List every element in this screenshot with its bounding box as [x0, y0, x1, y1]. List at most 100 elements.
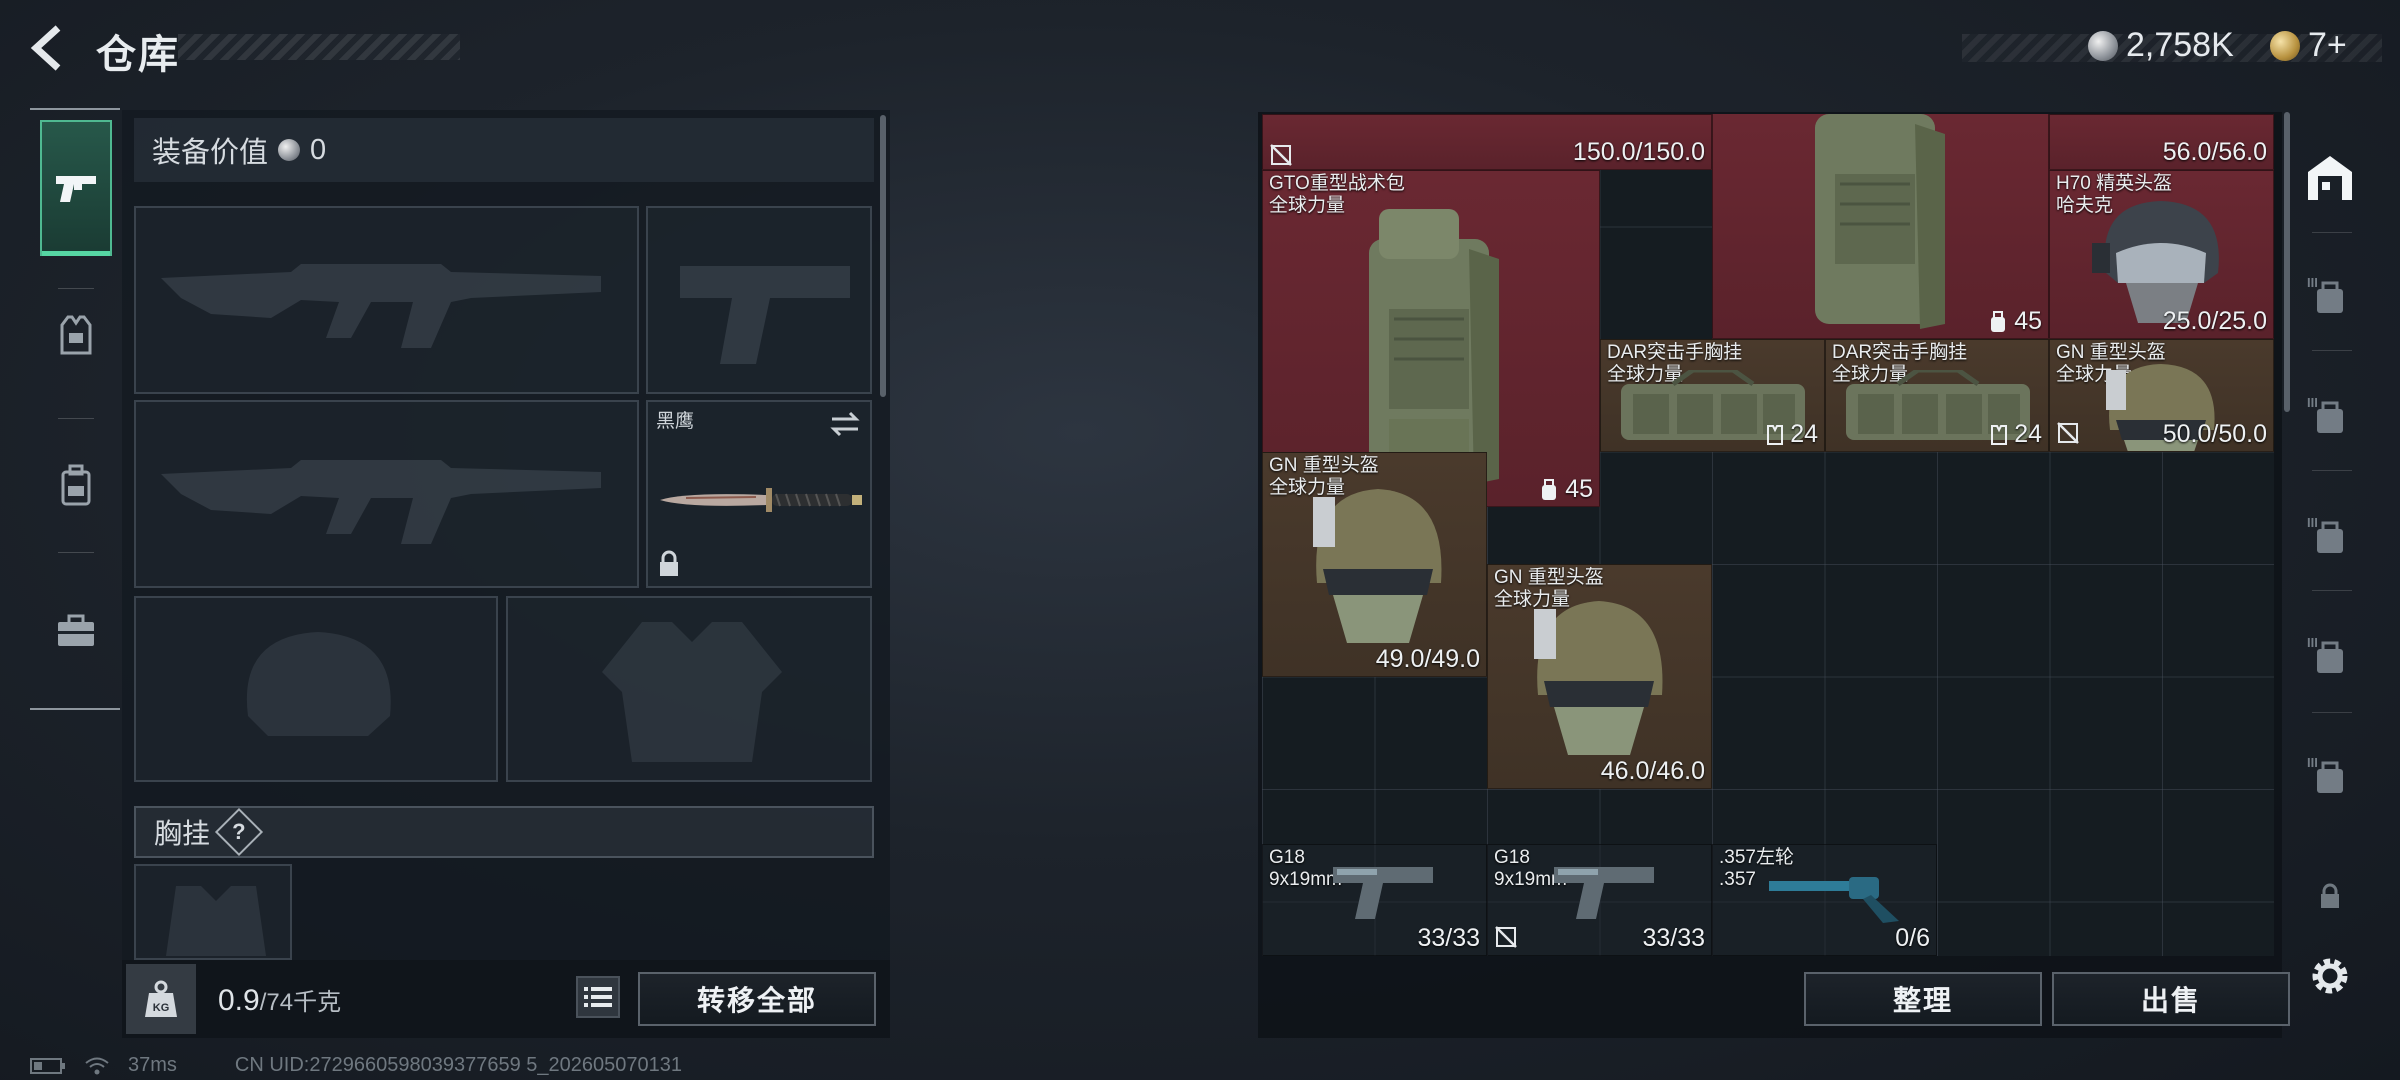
- item-capacity: 24: [1990, 420, 2042, 449]
- chest-rig-label: 胸挂: [154, 818, 211, 849]
- no-repair-icon: [2057, 422, 2079, 444]
- user-uid: CN UID:2729660598039377659 5_20260507013…: [234, 1054, 682, 1076]
- page-title: 仓库: [96, 33, 180, 77]
- tier3-storage-2[interactable]: III: [2300, 385, 2360, 445]
- help-glyph: ?: [232, 818, 246, 844]
- tier3-backpack-icon: III: [2307, 395, 2343, 433]
- currency-gold-value: 7+: [2308, 26, 2347, 64]
- tab-armor[interactable]: [40, 270, 112, 400]
- tab-weapons[interactable]: [40, 120, 112, 256]
- back-button[interactable]: [28, 22, 76, 74]
- warehouse-item-gn-helmet[interactable]: GN 重型头盔 全球力量 46.0/46.0: [1487, 564, 1712, 789]
- item-capacity: 45: [1539, 475, 1593, 504]
- backpack-image-icon: [1815, 114, 1945, 329]
- lock-icon: [660, 550, 678, 576]
- item-durability: 56.0/56.0: [2162, 138, 2267, 166]
- warehouse-item-357-revolver[interactable]: .357左轮 .357 0/6: [1712, 844, 1937, 956]
- list-view-button[interactable]: [576, 976, 620, 1018]
- settings-button[interactable]: [2300, 946, 2360, 1006]
- transfer-all-button[interactable]: 转移全部: [638, 972, 876, 1026]
- currency-gold[interactable]: 7+: [2270, 26, 2347, 65]
- item-capacity-value: 24: [2014, 420, 2042, 448]
- wifi-icon: [85, 1057, 109, 1074]
- sort-button[interactable]: 整理: [1804, 972, 2042, 1026]
- warehouse-icon: [2308, 156, 2352, 200]
- tier3-storage-4[interactable]: III: [2300, 625, 2360, 685]
- tier3-storage-3[interactable]: III: [2300, 505, 2360, 565]
- item-capacity-value: 45: [2014, 307, 2042, 335]
- tab-backpack[interactable]: [40, 420, 112, 550]
- helmet-slot[interactable]: [134, 596, 498, 782]
- weight-badge: KG: [126, 964, 196, 1034]
- body-armor-slot[interactable]: [506, 596, 872, 782]
- helmet-silhouette-icon: [246, 632, 391, 736]
- svg-text:III: III: [2307, 755, 2318, 770]
- warehouse-item-backpack[interactable]: 45: [1712, 114, 2049, 339]
- warehouse-grid: 150.0/150.0 56.0/56.0 GTO重型战术包 全球力量 45 4…: [1262, 114, 2274, 956]
- warehouse-item-dar-chest-rig[interactable]: DAR突击手胸挂 全球力量 24: [1825, 339, 2049, 452]
- knife-icon: [660, 488, 862, 512]
- gold-coin-icon: [2270, 30, 2300, 61]
- category-separator: [58, 552, 94, 553]
- no-repair-icon: [1495, 926, 1517, 948]
- warehouse-item-gn-helmet[interactable]: GN 重型头盔 全球力量 49.0/49.0: [1262, 452, 1487, 677]
- pistol-image-icon: [1554, 867, 1654, 919]
- status-bar: 37ms CN UID:2729660598039377659 5_202605…: [30, 1054, 682, 1077]
- warehouse-item[interactable]: 56.0/56.0: [2049, 114, 2274, 170]
- tier3-backpack-icon: III: [2307, 635, 2343, 673]
- help-icon[interactable]: ?: [214, 807, 264, 857]
- weight-badge-text: KG: [153, 1002, 170, 1014]
- item-capacity: 24: [1766, 420, 1818, 449]
- tier3-backpack-icon: III: [2307, 275, 2343, 313]
- warehouse-item-g18[interactable]: G18 9x19mm 33/33: [1262, 844, 1487, 956]
- swap-icon[interactable]: [828, 410, 862, 438]
- list-icon: [584, 987, 612, 1007]
- melee-slot[interactable]: 黑鹰: [646, 400, 872, 588]
- chest-rig-slot[interactable]: [134, 864, 292, 960]
- equipment-value-bar: 装备价值 0: [134, 118, 874, 182]
- tier3-backpack-icon: III: [2307, 515, 2343, 553]
- item-durability: 25.0/25.0: [2162, 307, 2267, 335]
- warehouse-item[interactable]: 150.0/150.0: [1262, 114, 1712, 170]
- warehouse-item-gn-helmet[interactable]: GN 重型头盔 全球力量 50.0/50.0: [2049, 339, 2274, 452]
- tier3-storage-5[interactable]: III: [2300, 745, 2360, 805]
- helmet-image-icon: [1313, 489, 1442, 643]
- melee-slot-label: 黑鹰: [656, 411, 695, 432]
- warehouse-home-icon[interactable]: [2300, 148, 2360, 208]
- primary-weapon-slot[interactable]: [134, 206, 639, 394]
- back-arrow-icon: [30, 25, 61, 71]
- equipment-value: 0: [310, 133, 327, 166]
- warehouse-scrollbar[interactable]: [2284, 112, 2290, 412]
- warehouse-item-g18[interactable]: G18 9x19mm 33/33: [1487, 844, 1712, 956]
- equipment-value-label: 装备价值: [152, 137, 269, 169]
- currency-silver-value: 2,758K: [2126, 26, 2234, 64]
- carry-weight-value: 0.9: [218, 984, 260, 1017]
- armor-vest-icon: [60, 315, 92, 355]
- item-ammo: 33/33: [1642, 924, 1705, 952]
- item-durability: 50.0/50.0: [2162, 420, 2267, 448]
- side-separator: [2312, 350, 2352, 351]
- rifle-silhouette-icon: [161, 460, 601, 544]
- svg-text:III: III: [2307, 275, 2318, 290]
- item-durability: 46.0/46.0: [1600, 757, 1705, 785]
- tier3-backpack-icon: III: [2307, 755, 2343, 793]
- tier3-storage-1[interactable]: III: [2300, 265, 2360, 325]
- backpack-capacity-icon: [1991, 310, 2006, 332]
- no-repair-icon: [1270, 144, 1292, 166]
- pistol-slot[interactable]: [646, 206, 872, 394]
- backpack-icon: [61, 464, 91, 506]
- pistol-image-icon: [1333, 867, 1433, 919]
- sell-button[interactable]: 出售: [2052, 972, 2290, 1026]
- chest-rig-section-header: 胸挂 ?: [134, 806, 874, 858]
- warehouse-item-h70-helmet[interactable]: H70 精英头盔 哈夫克 25.0/25.0: [2049, 170, 2274, 339]
- storage-lock-icon[interactable]: [2300, 866, 2360, 926]
- equipment-scrollbar[interactable]: [880, 115, 886, 397]
- backpack-capacity-icon: [1542, 478, 1557, 500]
- silver-coin-icon: [278, 139, 301, 161]
- side-separator: [2312, 590, 2352, 591]
- secondary-weapon-slot[interactable]: [134, 400, 639, 588]
- warehouse-item-dar-chest-rig[interactable]: DAR突击手胸挂 全球力量 24: [1600, 339, 1825, 452]
- tab-toolbox[interactable]: [40, 566, 112, 696]
- helmet-image-icon: [1534, 601, 1663, 755]
- currency-silver[interactable]: 2,758K: [2088, 26, 2234, 65]
